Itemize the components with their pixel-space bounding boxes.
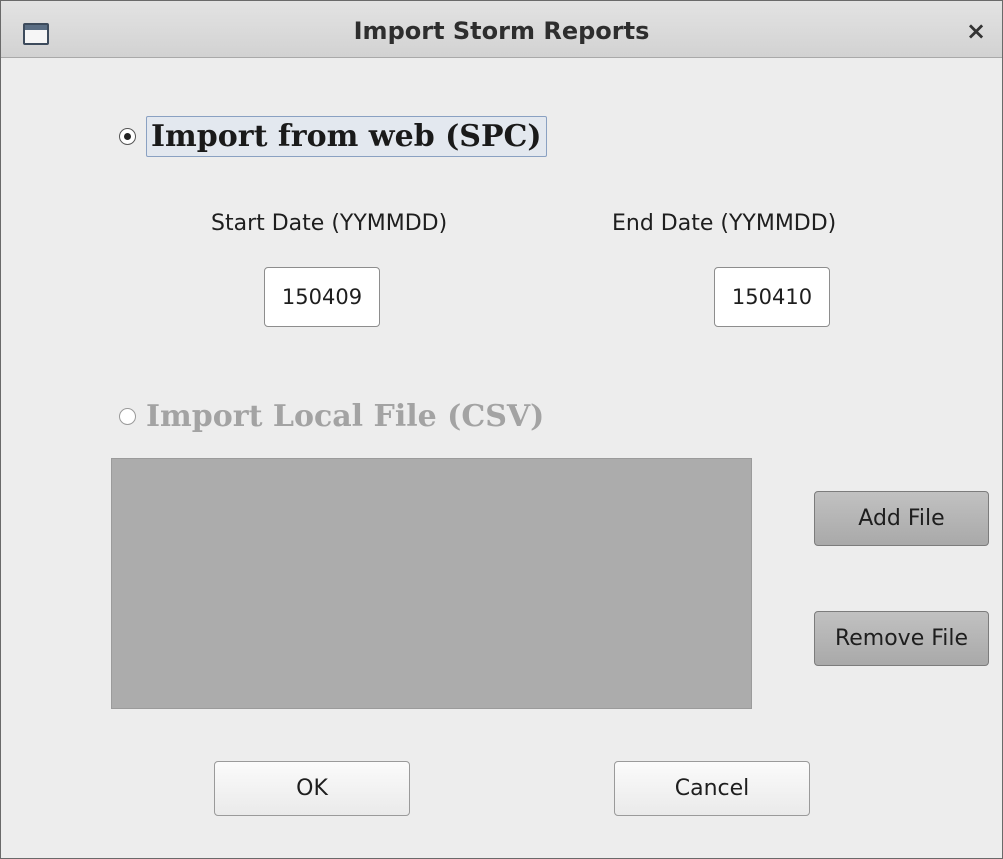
start-date-field[interactable] [264,267,380,327]
title-bar[interactable]: Import Storm Reports × [1,1,1002,58]
end-date-label: End Date (YYMMDD) [612,211,837,236]
import-storm-reports-dialog: Import Storm Reports × Import from web (… [0,0,1003,859]
file-list[interactable] [111,458,752,709]
ok-button[interactable]: OK [214,761,410,816]
start-date-label: Start Date (YYMMDD) [211,211,448,236]
remove-file-button[interactable]: Remove File [814,611,989,666]
end-date-field[interactable] [714,267,830,327]
close-icon[interactable]: × [964,17,988,45]
radio-import-local[interactable]: Import Local File (CSV) [119,399,544,434]
radio-button-web[interactable] [119,128,136,145]
add-file-button[interactable]: Add File [814,491,989,546]
window-title: Import Storm Reports [353,17,650,45]
radio-button-local[interactable] [119,408,136,425]
import-web-label[interactable]: Import from web (SPC) [146,116,547,157]
radio-import-web[interactable]: Import from web (SPC) [119,116,547,157]
cancel-button[interactable]: Cancel [614,761,810,816]
import-local-label[interactable]: Import Local File (CSV) [146,399,544,434]
